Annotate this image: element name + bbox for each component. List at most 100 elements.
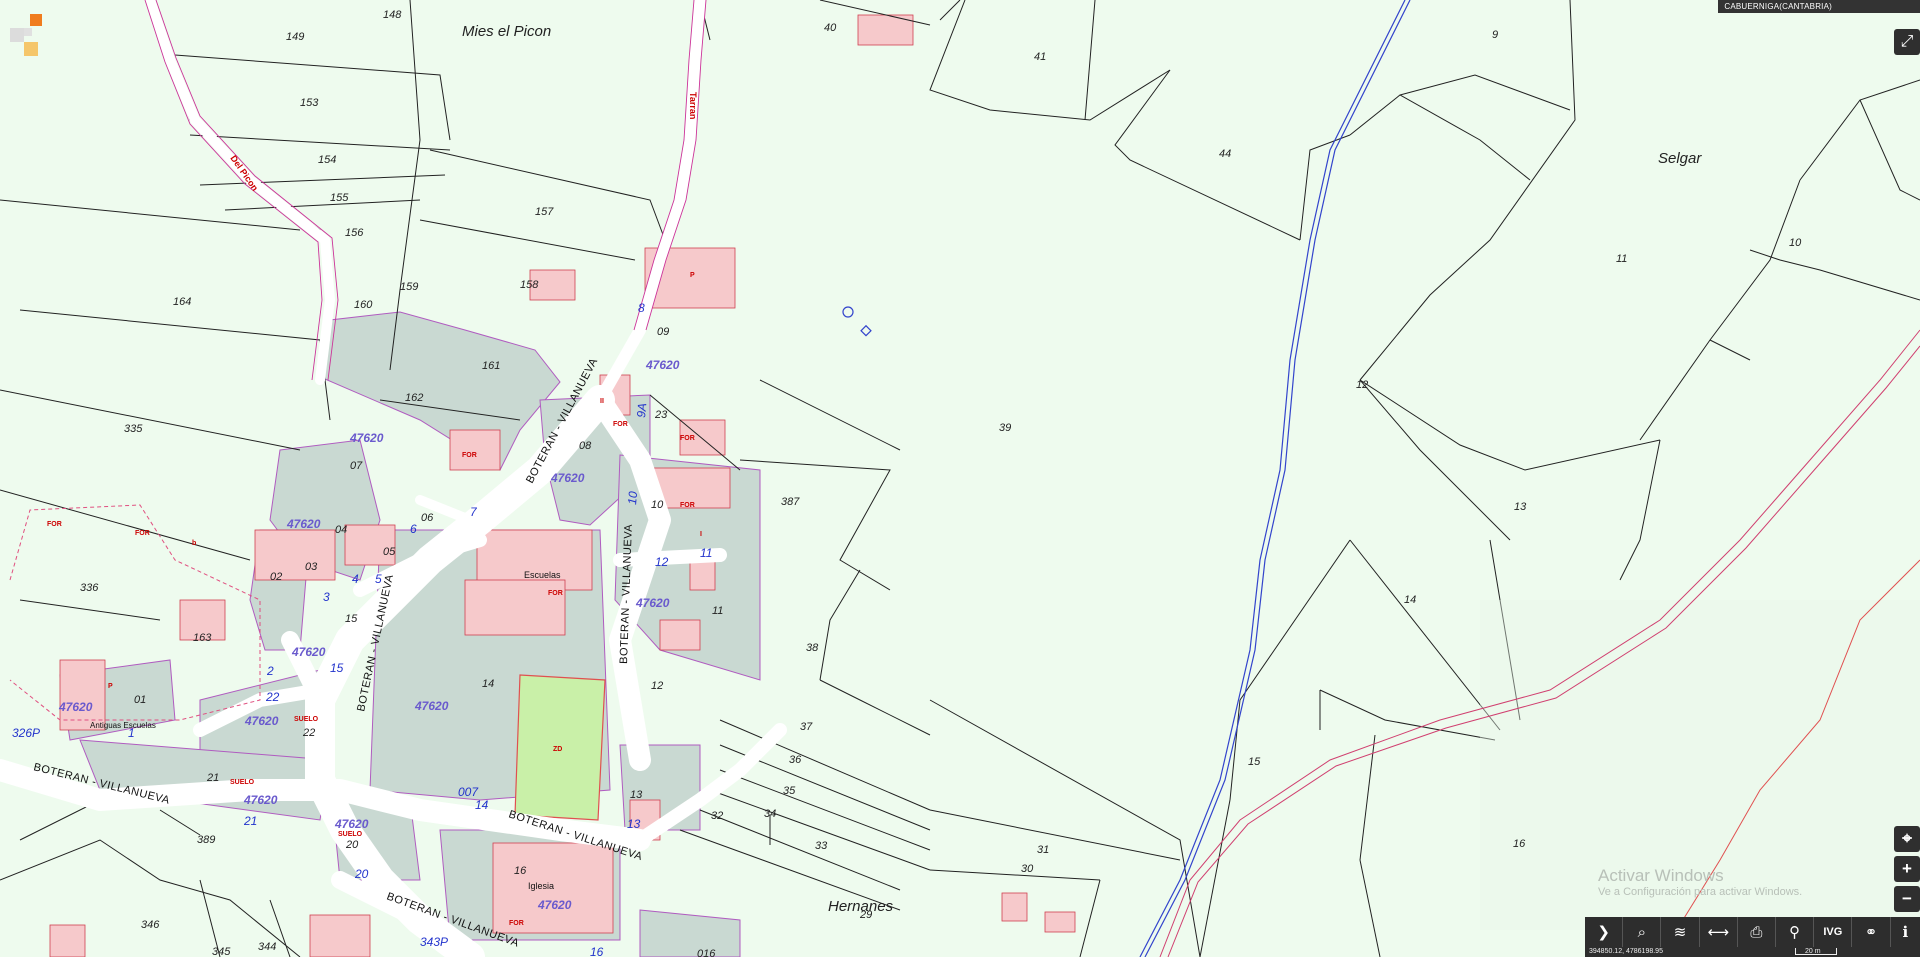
- block-number: 47620: [243, 793, 278, 807]
- svg-text:8: 8: [638, 301, 645, 315]
- svg-text:9A: 9A: [634, 402, 649, 418]
- layers-button[interactable]: ≋: [1661, 917, 1700, 947]
- parcel-number: 016: [697, 948, 716, 957]
- parcel-number: 32: [711, 810, 723, 822]
- parcel-number: 14: [482, 678, 494, 690]
- parcel-number: 12: [1356, 379, 1368, 391]
- svg-text:326P: 326P: [12, 726, 40, 740]
- zoom-out-button[interactable]: −: [1894, 886, 1920, 912]
- parcel-number: 157: [535, 206, 554, 218]
- parcel-number: 155: [330, 192, 349, 204]
- parcel-number: 149: [286, 31, 304, 43]
- svg-text:10: 10: [625, 490, 640, 505]
- parcel-number: 336: [80, 582, 99, 594]
- block-number: 47620: [58, 700, 93, 714]
- search-icon: ⌕: [1637, 923, 1646, 941]
- parcel-number: 15: [345, 613, 358, 625]
- parcel-number: 345: [212, 946, 231, 957]
- municipality-label: CABUERNIGA(CANTABRIA): [1718, 0, 1920, 13]
- parcel-number: 10: [651, 499, 664, 511]
- svg-text:FOR: FOR: [135, 530, 150, 537]
- block-number: 47620: [537, 898, 572, 912]
- parcel-number: 08: [579, 440, 592, 452]
- parcel-number: 34: [764, 808, 776, 820]
- fullscreen-button[interactable]: ⤢: [1894, 29, 1920, 55]
- parcel-number: 161: [482, 360, 500, 372]
- svg-text:FOR: FOR: [462, 452, 477, 459]
- svg-text:6: 6: [410, 522, 417, 536]
- svg-text:12: 12: [655, 555, 669, 569]
- svg-text:4: 4: [352, 572, 359, 586]
- parcel-number: 13: [630, 789, 643, 801]
- svg-text:FOR: FOR: [548, 590, 563, 597]
- block-number: 47620: [635, 596, 670, 610]
- parcel-number: 344: [258, 941, 276, 953]
- place-name-selgar: Selgar: [1658, 150, 1702, 167]
- layers-icon: ≋: [1673, 924, 1687, 941]
- parcel-number: 148: [383, 9, 402, 21]
- status-bar: 394850.12, 4786198.95 20 m: [1585, 947, 1920, 957]
- svg-text:2: 2: [266, 664, 274, 678]
- svg-text:I: I: [700, 531, 702, 538]
- parcel-number: 44: [1219, 148, 1231, 160]
- expand-icon: ⤢: [1900, 33, 1914, 50]
- street-label: Tarran: [688, 92, 698, 119]
- map-controls: ⌖ + −: [1894, 826, 1920, 916]
- parcel-number: 162: [405, 392, 423, 404]
- zoom-in-button[interactable]: +: [1894, 856, 1920, 882]
- info-button[interactable]: ℹ: [1891, 917, 1920, 947]
- parcel-number: 06: [421, 512, 434, 524]
- parcel-number: 21: [206, 772, 219, 784]
- parcel-number: 23: [654, 409, 668, 421]
- parcel-number: 159: [400, 281, 418, 293]
- parcel-number: 31: [1037, 844, 1049, 856]
- svg-text:FOR: FOR: [613, 421, 628, 428]
- ivg-label: IVG: [1823, 926, 1843, 938]
- parcel-number: 11: [712, 605, 723, 617]
- parcel-number: 22: [302, 727, 315, 739]
- svg-text:11: 11: [700, 546, 712, 560]
- parcel-number: 05: [383, 546, 396, 558]
- scale-label: 20 m: [1805, 948, 1821, 955]
- block-number: 47620: [334, 817, 369, 831]
- ivg-button[interactable]: IVG: [1814, 917, 1853, 947]
- print-icon: ⎙: [1750, 923, 1763, 941]
- expand-toolbar-button[interactable]: ❯: [1585, 917, 1624, 947]
- svg-text:II: II: [600, 398, 604, 405]
- svg-text:SUELO: SUELO: [294, 716, 319, 723]
- cadastral-map[interactable]: Mies el Picon Selgar Hernanes 148 149 15…: [0, 0, 1920, 957]
- share-button[interactable]: ⚭: [1852, 917, 1891, 947]
- print-button[interactable]: ⎙: [1738, 917, 1777, 947]
- locate-button[interactable]: ⌖: [1894, 826, 1920, 852]
- windows-activation-watermark: Activar Windows Ve a Configuración para …: [1598, 866, 1802, 898]
- parcel-number: 10: [1789, 237, 1802, 249]
- svg-text:343P: 343P: [420, 935, 448, 949]
- parcel-number: 160: [354, 299, 373, 311]
- parcel-number: 163: [193, 632, 212, 644]
- pin-button[interactable]: ⚲: [1776, 917, 1815, 947]
- parcel-number: 11: [1616, 253, 1627, 265]
- svg-text:FOR: FOR: [680, 502, 695, 509]
- svg-text:15: 15: [330, 661, 344, 675]
- svg-text:5: 5: [375, 572, 382, 586]
- svg-text:007: 007: [458, 785, 479, 799]
- svg-text:FOR: FOR: [680, 435, 695, 442]
- svg-text:Antiguas Escuelas: Antiguas Escuelas: [90, 721, 156, 730]
- parcel-number: 35: [783, 785, 796, 797]
- svg-text:14: 14: [475, 798, 489, 812]
- parcel-number: 154: [318, 154, 336, 166]
- place-name-mies-el-picon: Mies el Picon: [462, 23, 551, 40]
- app-logo[interactable]: [10, 14, 46, 56]
- parcel-number: 389: [197, 834, 215, 846]
- svg-text:Escuelas: Escuelas: [524, 570, 561, 580]
- parcel-number: 36: [789, 754, 802, 766]
- measure-button[interactable]: ⟷: [1700, 917, 1738, 947]
- parcel-number: 153: [300, 97, 319, 109]
- svg-text:b: b: [192, 540, 196, 547]
- search-button[interactable]: ⌕: [1623, 917, 1662, 947]
- parcel-number: 09: [657, 326, 669, 338]
- parcel-number: 14: [1404, 594, 1416, 606]
- parcel-number: 04: [335, 524, 347, 536]
- block-number: 47620: [414, 699, 449, 713]
- map-toolbar: ❯ ⌕ ≋ ⟷ ⎙ ⚲ IVG ⚭ ℹ: [1585, 917, 1920, 947]
